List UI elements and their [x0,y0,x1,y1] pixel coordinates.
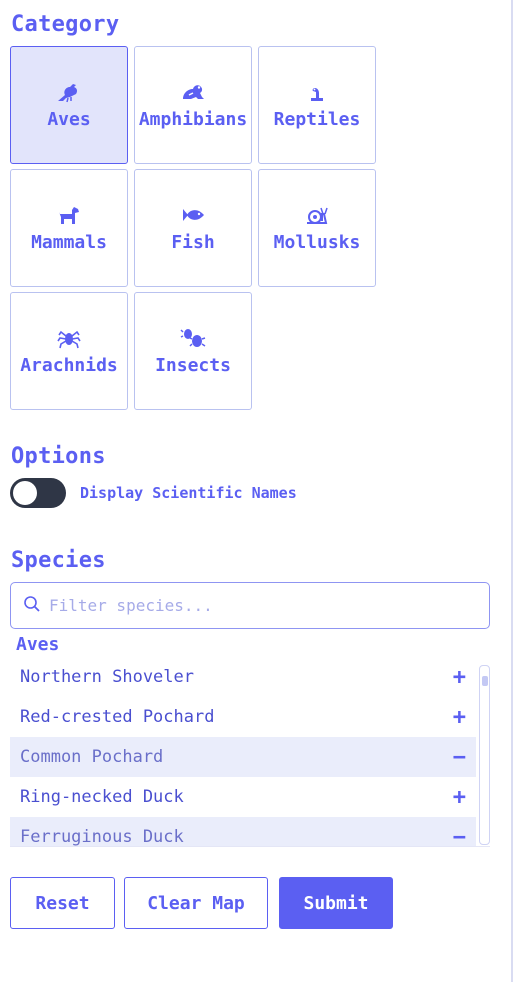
category-tile-mammals[interactable]: Mammals [10,169,128,287]
clear-map-button[interactable]: Clear Map [124,877,268,929]
category-label: Arachnids [20,354,118,376]
species-title: Species [11,548,106,573]
species-group-label: Aves [16,634,60,655]
toggle-knob [13,481,37,505]
add-species-button[interactable]: + [453,665,466,690]
reset-button[interactable]: Reset [10,877,115,929]
category-tile-reptiles[interactable]: Reptiles [258,46,376,164]
species-row[interactable]: Ferruginous Duck − [10,817,476,847]
category-tile-aves[interactable]: Aves [10,46,128,164]
category-label: Mammals [31,231,107,253]
category-label: Reptiles [273,108,361,130]
add-species-button[interactable]: + [453,705,466,730]
species-row[interactable]: Red-crested Pochard + [10,697,476,737]
remove-species-button[interactable]: − [453,745,466,770]
add-species-button[interactable]: + [453,785,466,810]
frog-icon [180,81,206,103]
options-title: Options [11,444,106,469]
category-label: Aves [47,108,91,130]
category-tile-mollusks[interactable]: Mollusks [258,169,376,287]
search-icon [23,595,41,617]
species-name: Red-crested Pochard [20,707,215,727]
submit-button[interactable]: Submit [279,877,393,929]
species-name: Ring-necked Duck [20,787,184,807]
species-row[interactable]: Common Pochard − [10,737,476,777]
species-name: Northern Shoveler [20,667,194,687]
bug-icon [180,327,206,349]
bird-icon [56,81,82,103]
category-tile-insects[interactable]: Insects [134,292,252,410]
snail-icon [304,204,330,226]
species-name: Ferruginous Duck [20,827,184,847]
scientific-names-option: Display Scientific Names [10,478,297,508]
reptile-icon [304,81,330,103]
species-row[interactable]: Northern Shoveler + [10,657,476,697]
category-label: Insects [155,354,231,376]
fish-icon [180,204,206,226]
category-tile-fish[interactable]: Fish [134,169,252,287]
scientific-names-toggle[interactable] [10,478,66,508]
remove-species-button[interactable]: − [453,825,466,847]
category-tile-amphibians[interactable]: Amphibians [134,46,252,164]
category-title: Category [11,12,120,37]
species-scrollbar[interactable] [479,665,490,845]
species-list: Northern Shoveler + Red-crested Pochard … [10,657,490,847]
category-tile-arachnids[interactable]: Arachnids [10,292,128,410]
species-filter-input[interactable] [47,595,471,616]
species-row[interactable]: Ring-necked Duck + [10,777,476,817]
species-filter [10,582,490,629]
scrollbar-thumb[interactable] [482,676,488,686]
spider-icon [56,327,82,349]
dog-icon [56,204,82,226]
species-name: Common Pochard [20,747,164,767]
scientific-names-label: Display Scientific Names [80,484,297,502]
category-label: Mollusks [273,231,361,253]
category-label: Amphibians [138,108,248,130]
category-label: Fish [171,231,215,253]
